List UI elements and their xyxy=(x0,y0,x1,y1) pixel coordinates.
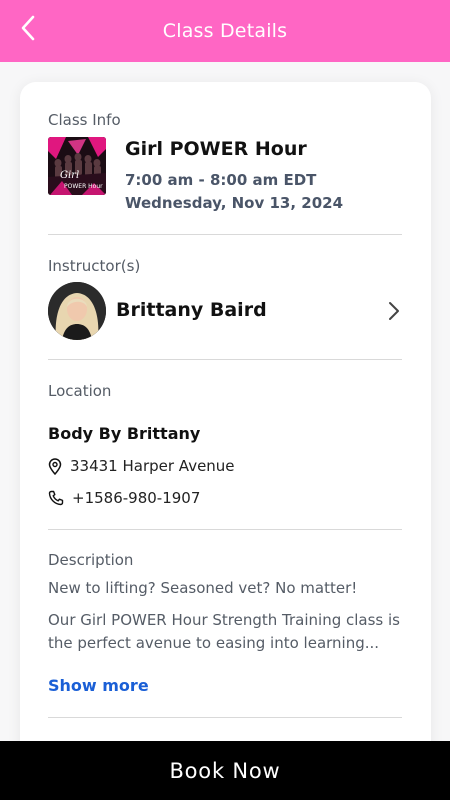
back-button[interactable] xyxy=(10,10,46,46)
instructor-name: Brittany Baird xyxy=(116,299,267,321)
description-body: Our Girl POWER Hour Strength Training cl… xyxy=(48,611,400,652)
thumbnail-title-line2: POWER Hour xyxy=(64,183,103,190)
class-time: 7:00 am - 8:00 am EDT xyxy=(125,171,317,189)
page-title: Class Details xyxy=(162,20,288,42)
address-text: 33431 Harper Avenue xyxy=(70,457,235,475)
class-name: Girl POWER Hour xyxy=(125,138,307,160)
map-pin-icon xyxy=(48,457,62,475)
instructor-label: Instructor(s) xyxy=(48,257,141,275)
description-label: Description xyxy=(48,551,134,569)
chevron-left-icon xyxy=(21,15,35,41)
divider xyxy=(48,529,402,530)
location-name: Body By Brittany xyxy=(48,424,201,443)
phone-link[interactable]: +1586-980-1907 xyxy=(48,489,200,507)
app-header: Class Details xyxy=(0,0,450,62)
class-thumbnail: Girl POWER Hour xyxy=(48,137,106,195)
class-details-card: Class Info Girl POWER Hour Girl POWER Ho… xyxy=(20,82,431,762)
phone-icon xyxy=(48,490,64,506)
chevron-right-icon xyxy=(389,302,399,320)
divider xyxy=(48,359,402,360)
description-line1: New to lifting? Seasoned vet? No matter! xyxy=(48,579,358,597)
show-more-link[interactable]: Show more xyxy=(48,676,149,695)
instructor-row[interactable]: Brittany Baird xyxy=(48,281,402,341)
address-link[interactable]: 33431 Harper Avenue xyxy=(48,457,235,475)
thumbnail-title-line1: Girl xyxy=(60,170,80,181)
divider xyxy=(48,234,402,235)
book-now-label: Book Now xyxy=(169,758,281,783)
class-info-label: Class Info xyxy=(48,111,121,129)
phone-text: +1586-980-1907 xyxy=(72,489,201,507)
divider xyxy=(48,717,402,718)
instructor-photo xyxy=(48,282,106,340)
avatar xyxy=(48,282,106,340)
book-now-button[interactable]: Book Now xyxy=(0,741,450,800)
location-label: Location xyxy=(48,382,112,400)
class-date: Wednesday, Nov 13, 2024 xyxy=(125,194,344,212)
